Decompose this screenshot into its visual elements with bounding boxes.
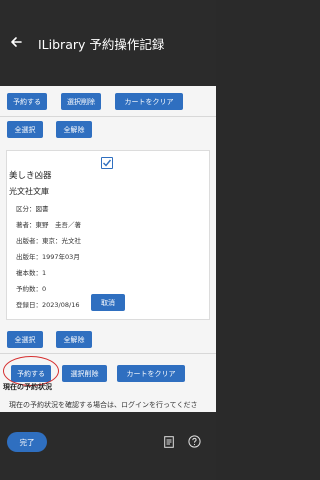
clear-cart-button-top[interactable]: カートをクリア [115, 93, 183, 110]
check-icon [102, 159, 111, 167]
book-field-category: 区分：図書 [16, 205, 49, 213]
book-field-author: 著者：東野 圭吾／著 [16, 221, 81, 229]
bottom-bar: 現在の予約状況を確認する場合は、ログインを行ってくださ 完了 [0, 398, 216, 480]
book-card: 美しき凶器 光文社文庫 区分：図書 著者：東野 圭吾／著 出版者：東京：光文社 … [6, 150, 210, 320]
cancel-button[interactable]: 取消 [91, 294, 125, 311]
book-field-copies: 複本数：1 [16, 269, 47, 277]
page-title: ILibrary 予約操作記録 [38, 37, 165, 52]
deselect-all-button-top[interactable]: 全解除 [56, 121, 92, 138]
clear-selection-button-top[interactable]: 選択削除 [61, 93, 101, 110]
select-all-button-bottom[interactable]: 全選択 [7, 331, 43, 348]
deselect-all-button-bottom[interactable]: 全解除 [56, 331, 92, 348]
book-field-registered: 登録日：2023/08/16 [16, 301, 80, 309]
reservation-status-message: 現在の予約状況を確認する場合は、ログインを行ってくださ [0, 398, 216, 412]
reservation-status-heading: 現在の予約状況 [3, 383, 52, 391]
reserve-button-top[interactable]: 予約する [7, 93, 47, 110]
document-icon[interactable] [164, 436, 174, 448]
main-content: 予約する 選択削除 カートをクリア 全選択 全解除 美しき凶器 光文社文庫 区分… [0, 86, 216, 398]
clear-selection-button-bottom[interactable]: 選択削除 [62, 365, 107, 382]
done-button[interactable]: 完了 [7, 432, 47, 452]
clear-cart-button-bottom[interactable]: カートをクリア [117, 365, 185, 382]
book-field-reservations: 予約数：0 [16, 285, 47, 293]
back-arrow-icon[interactable] [8, 34, 24, 50]
app-bar: ILibrary 予約操作記録 [0, 0, 216, 86]
divider [0, 353, 216, 354]
book-title: 美しき凶器 [9, 171, 52, 181]
book-field-publisher: 出版者：東京：光文社 [16, 237, 81, 245]
book-field-year: 出版年：1997年03月 [16, 253, 80, 261]
select-all-button-top[interactable]: 全選択 [7, 121, 43, 138]
book-series: 光文社文庫 [9, 187, 49, 196]
book-checkbox[interactable] [101, 157, 113, 169]
help-icon[interactable] [188, 435, 201, 448]
divider [0, 116, 216, 117]
